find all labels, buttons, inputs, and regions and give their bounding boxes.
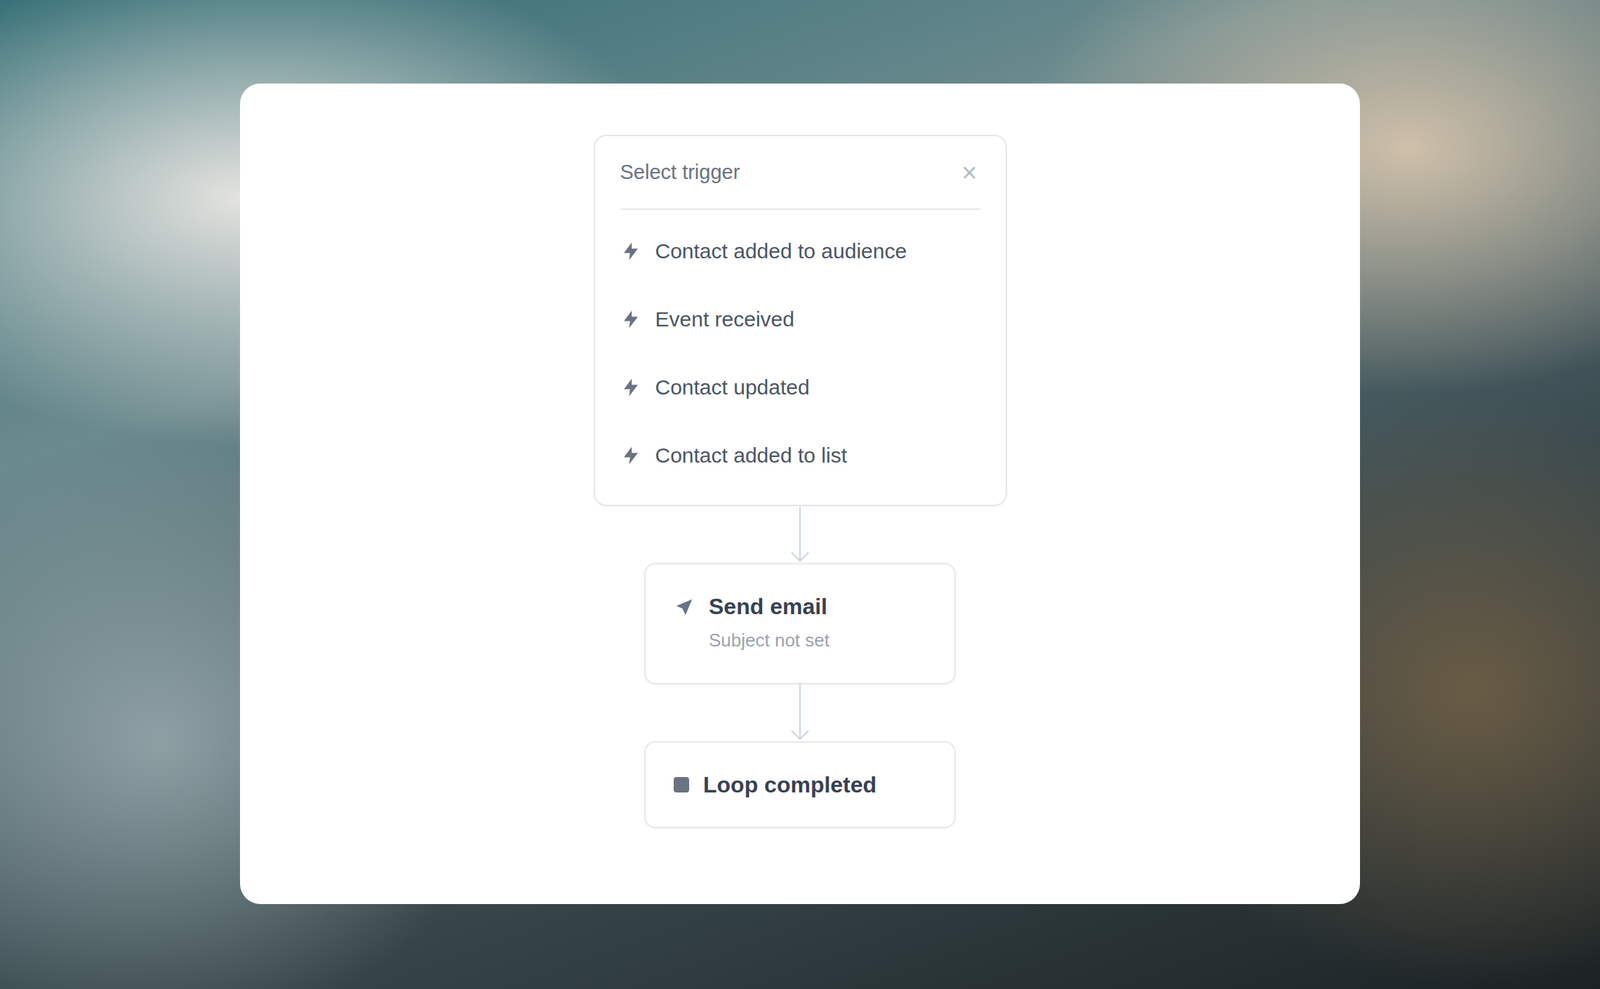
trigger-panel: Select trigger × Contact added to audience… [593, 134, 1008, 506]
stop-square-icon [673, 776, 690, 793]
end-step-node[interactable]: Loop completed [644, 741, 956, 829]
connector-arrow-icon [785, 684, 815, 742]
trigger-list: Contact added to audience Event received C… [620, 209, 981, 490]
trigger-panel-header: Select trigger × [620, 136, 981, 210]
step-title: Send email [708, 593, 830, 620]
trigger-label: Contact added to audience [655, 239, 908, 264]
lightning-icon [620, 376, 642, 398]
lightning-icon [620, 308, 642, 330]
step-body: Send email Subject not set [708, 593, 830, 652]
trigger-label: Event received [655, 307, 795, 332]
lightning-icon [620, 444, 642, 466]
trigger-label: Contact added to list [655, 443, 848, 468]
lightning-icon [620, 240, 642, 262]
step-body: Loop completed [703, 771, 877, 798]
trigger-label: Contact updated [655, 375, 810, 400]
paper-plane-icon [673, 596, 695, 618]
step-title: Loop completed [703, 771, 877, 798]
trigger-option[interactable]: Contact added to audience [620, 216, 981, 285]
workflow-canvas: Select trigger × Contact added to audience… [240, 83, 1360, 904]
action-step-node[interactable]: Send email Subject not set [644, 562, 956, 685]
photo-background: Select trigger × Contact added to audience… [0, 0, 1600, 989]
trigger-option[interactable]: Event received [620, 284, 981, 353]
trigger-option[interactable]: Contact updated [620, 352, 981, 422]
close-button[interactable]: × [958, 159, 980, 186]
trigger-panel-title: Select trigger [620, 160, 741, 184]
trigger-option[interactable]: Contact added to list [620, 421, 981, 490]
connector-arrow-icon [785, 505, 815, 563]
step-subtitle: Subject not set [708, 629, 830, 652]
